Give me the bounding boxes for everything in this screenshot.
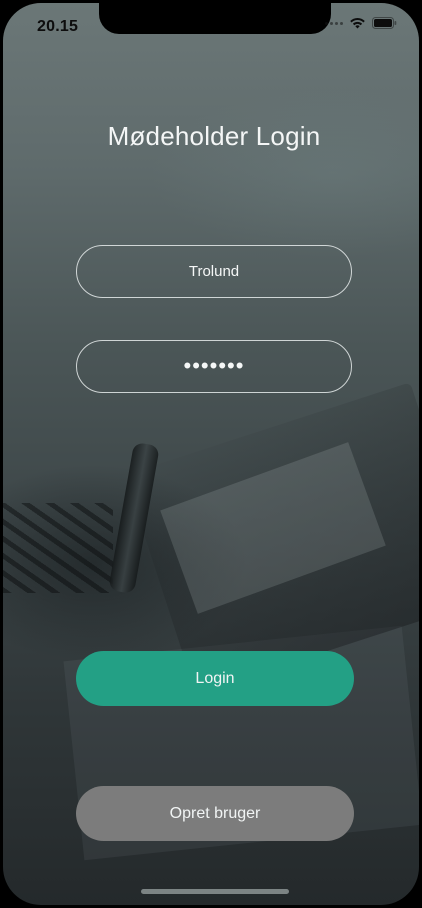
background-photo-shadow [124,382,419,694]
wifi-icon [349,17,366,29]
status-indicators [325,17,397,29]
background-photo-notebook [160,442,386,614]
home-indicator[interactable] [141,889,289,894]
app-screen: 20.15 Mødeholder Login Trolund ••••••• L… [3,3,419,905]
battery-icon [372,17,397,29]
background-photo-pen [108,441,160,595]
page-title: Mødeholder Login [107,121,321,151]
username-field[interactable] [76,245,352,298]
create-user-button[interactable]: Opret bruger [76,786,354,841]
status-time: 20.15 [37,18,79,35]
device-notch [99,3,331,34]
password-field[interactable]: ••••••• [76,340,352,393]
login-button[interactable]: Login [76,651,354,706]
signal-icon [325,21,343,25]
background-photo-pencils [3,503,113,593]
device-frame: 20.15 Mødeholder Login Trolund ••••••• L… [0,0,422,908]
